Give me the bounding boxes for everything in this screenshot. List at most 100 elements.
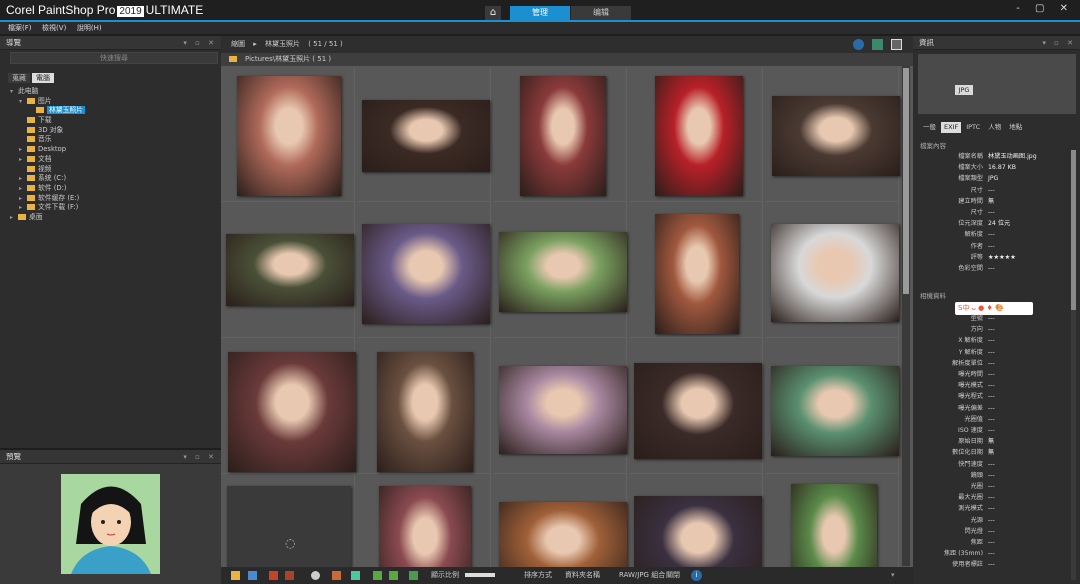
window-controls[interactable]: - ▢ ✕: [1016, 3, 1074, 14]
rotate-right-icon[interactable]: [389, 571, 398, 580]
thumbnail-cell[interactable]: [357, 474, 491, 567]
quick-search-input[interactable]: 快速搜尋: [10, 52, 218, 64]
thumbnail-cell[interactable]: [493, 338, 627, 474]
thumbnail-cell[interactable]: [493, 66, 627, 202]
tab-places[interactable]: 地點: [1006, 122, 1025, 133]
thumbnail-cell[interactable]: [357, 338, 491, 474]
rotate-left-icon[interactable]: [373, 571, 382, 580]
expand-arrow-icon[interactable]: ▸: [19, 174, 27, 184]
grid-scrollbar[interactable]: [902, 66, 910, 566]
photo-thumbnail[interactable]: [771, 366, 899, 456]
photo-thumbnail[interactable]: [362, 100, 490, 172]
tab-manage[interactable]: 管理: [510, 6, 570, 20]
thumbnail-cell[interactable]: [765, 202, 899, 338]
expand-arrow-icon[interactable]: ▾: [19, 97, 27, 107]
expand-arrow-icon[interactable]: ▸: [19, 203, 27, 213]
tree-item[interactable]: ▸ 桌面: [0, 213, 221, 223]
tree-item[interactable]: ▸ 系统 (C:): [0, 174, 221, 184]
photo-thumbnail[interactable]: [772, 96, 900, 176]
globe-icon[interactable]: [853, 39, 864, 50]
tab-collections[interactable]: 蒐藏: [8, 73, 30, 83]
tree-item[interactable]: ▸ 文件下载 (F:): [0, 203, 221, 213]
thumbnail-cell[interactable]: [765, 338, 899, 474]
expand-arrow-icon[interactable]: ▾: [10, 87, 18, 97]
photo-thumbnail[interactable]: [226, 234, 354, 306]
thumbnail-cell[interactable]: [221, 202, 355, 338]
home-button[interactable]: ⌂: [485, 6, 501, 20]
expand-arrow-icon[interactable]: ▸: [19, 155, 27, 165]
thumbnail-cell[interactable]: [629, 202, 763, 338]
tab-edit[interactable]: 编辑: [571, 6, 631, 20]
tree-item[interactable]: 视频: [0, 165, 221, 175]
info-icon[interactable]: i: [691, 570, 702, 581]
photo-thumbnail[interactable]: [520, 76, 606, 196]
menu-file[interactable]: 檔案(F): [8, 24, 32, 32]
sort-select[interactable]: 資料夾名稱: [565, 567, 600, 584]
expand-arrow-icon[interactable]: ▸: [10, 213, 18, 223]
photo-thumbnail[interactable]: [791, 484, 877, 567]
thumbnail-cell[interactable]: [629, 474, 763, 567]
info-scrollbar[interactable]: [1071, 150, 1076, 580]
photo-thumbnail[interactable]: [655, 214, 739, 334]
panel-controls[interactable]: ▾ ▫ ✕: [1042, 36, 1076, 50]
thumbnail-cell[interactable]: [221, 338, 356, 474]
print-icon[interactable]: [332, 571, 341, 580]
thumbnail-cell[interactable]: [493, 202, 627, 338]
photo-thumbnail[interactable]: [634, 363, 762, 459]
grid-view-icon[interactable]: [891, 39, 902, 50]
collapse-icon[interactable]: ▾: [891, 567, 895, 584]
thumbnail-cell[interactable]: ◌: [221, 474, 355, 567]
image-view-icon[interactable]: [872, 39, 883, 50]
raw-jpg-select[interactable]: 關閉: [666, 567, 680, 584]
person-icon[interactable]: [311, 571, 320, 580]
photo-thumbnail[interactable]: [634, 496, 762, 567]
upload-icon[interactable]: [409, 571, 418, 580]
expand-arrow-icon[interactable]: ▸: [19, 184, 27, 194]
tree-item[interactable]: ▸ 文档: [0, 155, 221, 165]
panel-controls[interactable]: ▾ ▫ ✕: [183, 36, 217, 50]
photo-thumbnail[interactable]: [499, 232, 627, 312]
delete-icon[interactable]: [269, 571, 278, 580]
menu-help[interactable]: 說明(H): [77, 24, 102, 32]
tree-item[interactable]: 林黛玉照片: [0, 106, 221, 116]
photo-thumbnail[interactable]: [362, 224, 490, 324]
tab-computer[interactable]: 電腦: [32, 73, 54, 83]
photo-thumbnail[interactable]: [655, 76, 743, 196]
tree-item[interactable]: ▾ 图片: [0, 97, 221, 107]
photo-thumbnail[interactable]: [237, 76, 341, 196]
filmstrip-icon[interactable]: [231, 571, 240, 580]
crumb-view[interactable]: 縮圖: [231, 40, 245, 48]
crumb-folder[interactable]: 林黛玉照片: [265, 40, 300, 48]
photo-thumbnail[interactable]: [499, 502, 627, 567]
scroll-thumb[interactable]: [1071, 150, 1076, 310]
photo-thumbnail[interactable]: [499, 366, 627, 454]
share-icon[interactable]: [351, 571, 360, 580]
tree-item[interactable]: ▾ 此电脑: [0, 87, 221, 97]
loading-thumbnail[interactable]: ◌: [227, 486, 351, 567]
tree-item[interactable]: ▸ Desktop: [0, 145, 221, 155]
layout-icon[interactable]: [248, 571, 257, 580]
tree-item[interactable]: ▸ 软件缓存 (E:): [0, 194, 221, 204]
red-eye-icon[interactable]: [285, 571, 294, 580]
panel-controls[interactable]: ▾ ▫ ✕: [183, 450, 217, 464]
expand-arrow-icon[interactable]: ▸: [19, 194, 27, 204]
tab-people[interactable]: 人物: [985, 122, 1004, 133]
menu-view[interactable]: 檢視(V): [42, 24, 66, 32]
thumbnail-cell[interactable]: [357, 66, 491, 202]
photo-thumbnail[interactable]: [377, 352, 473, 472]
photo-thumbnail[interactable]: [379, 486, 471, 567]
thumbnail-cell[interactable]: [629, 338, 763, 474]
tab-general[interactable]: 一般: [920, 122, 939, 133]
tree-item[interactable]: 音乐: [0, 135, 221, 145]
tab-iptc[interactable]: IPTC: [963, 122, 983, 133]
tab-exif[interactable]: EXIF: [941, 122, 962, 133]
thumbnail-cell[interactable]: [765, 474, 899, 567]
thumbnail-cell[interactable]: [221, 66, 355, 202]
thumbnail-cell[interactable]: [629, 66, 763, 202]
scroll-thumb[interactable]: [903, 68, 909, 294]
thumbnail-cell[interactable]: [493, 474, 627, 567]
tree-item[interactable]: ▸ 软件 (D:): [0, 184, 221, 194]
photo-thumbnail[interactable]: [771, 224, 899, 322]
tree-item[interactable]: 下载: [0, 116, 221, 126]
tree-item[interactable]: 3D 对象: [0, 126, 221, 136]
